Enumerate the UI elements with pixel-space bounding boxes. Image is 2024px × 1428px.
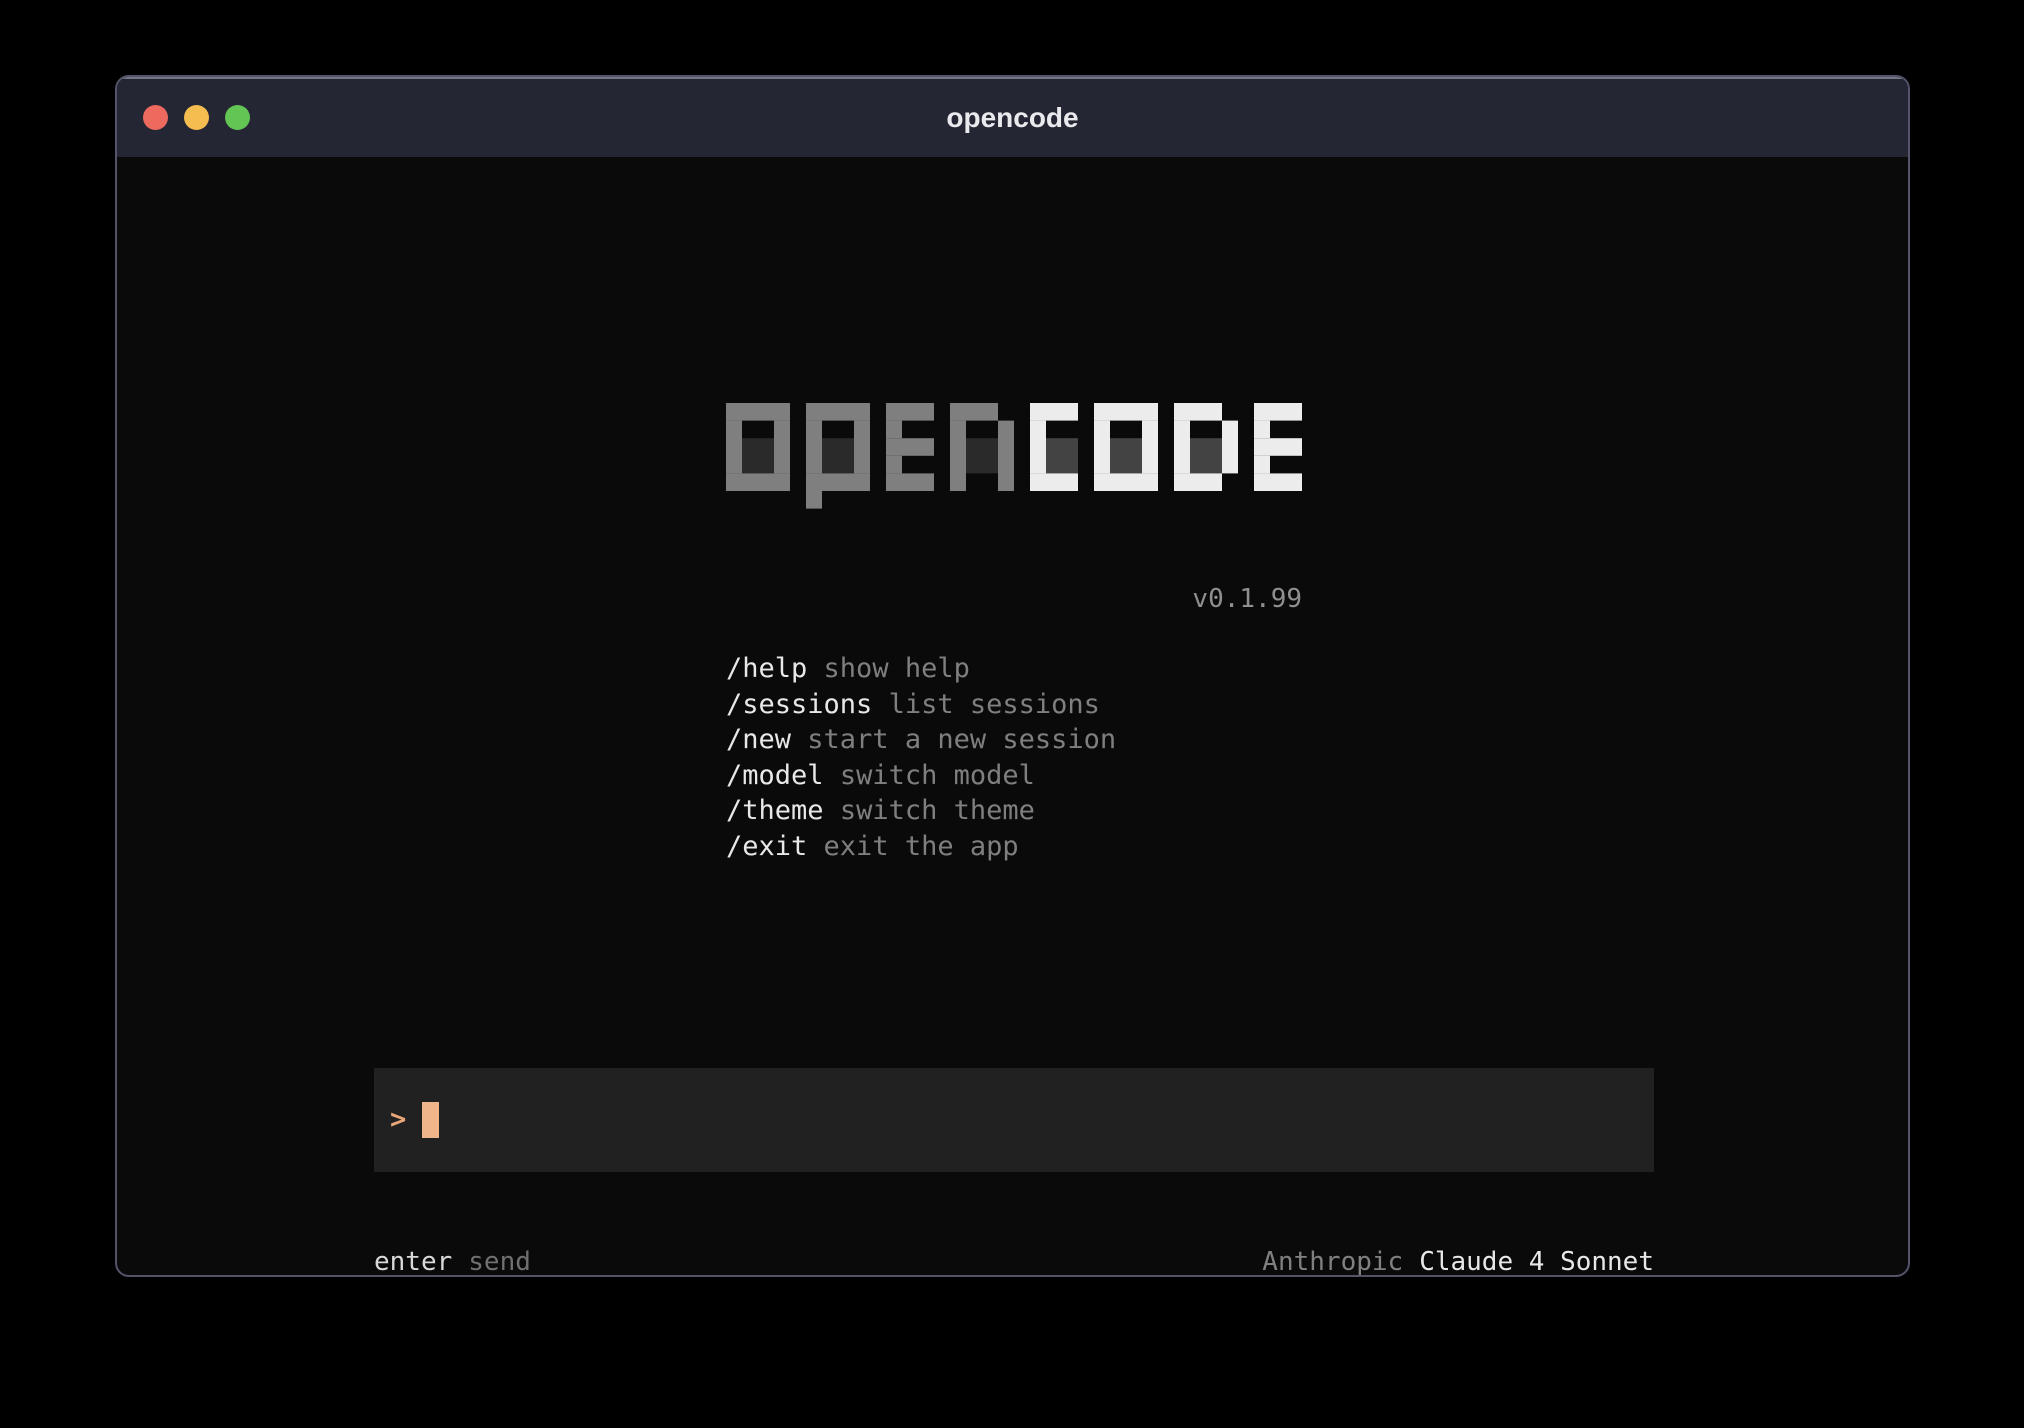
text-cursor-block bbox=[422, 1102, 439, 1138]
command-description: start a new session bbox=[807, 724, 1116, 755]
command-item: /theme switch theme bbox=[726, 793, 1116, 829]
command-name: /sessions bbox=[726, 689, 872, 720]
status-bar: enter send Anthropic Claude 4 Sonnet bbox=[374, 1245, 1654, 1277]
command-name: /exit bbox=[726, 831, 807, 862]
command-item: /new start a new session bbox=[726, 722, 1116, 758]
terminal-content: v0.1.99 /help show help/sessions list se… bbox=[117, 157, 1908, 1275]
command-item: /exit exit the app bbox=[726, 829, 1116, 865]
command-description: exit the app bbox=[824, 831, 1019, 862]
opencode-logo bbox=[726, 403, 1302, 509]
command-list: /help show help/sessions list sessions/n… bbox=[726, 651, 1116, 864]
prompt-input[interactable]: > bbox=[374, 1068, 1654, 1172]
command-description: show help bbox=[824, 653, 970, 684]
command-description: list sessions bbox=[889, 689, 1100, 720]
command-item: /model switch model bbox=[726, 758, 1116, 794]
command-name: /help bbox=[726, 653, 807, 684]
version-label: v0.1.99 bbox=[726, 581, 1302, 617]
key-hint: enter send bbox=[374, 1245, 531, 1277]
key-hint-action: send bbox=[468, 1247, 531, 1277]
model-name: Claude 4 Sonnet bbox=[1419, 1247, 1654, 1277]
command-name: /model bbox=[726, 760, 824, 791]
command-name: /new bbox=[726, 724, 791, 755]
opencode-logo-pixels bbox=[726, 403, 1302, 509]
command-description: switch model bbox=[840, 760, 1035, 791]
command-item: /help show help bbox=[726, 651, 1116, 687]
window-title: opencode bbox=[117, 79, 1908, 157]
model-indicator: Anthropic Claude 4 Sonnet bbox=[1262, 1245, 1654, 1277]
desktop: opencode v0.1.99 /help show help/session… bbox=[0, 0, 2024, 1428]
model-provider: Anthropic bbox=[1262, 1247, 1403, 1277]
key-hint-key: enter bbox=[374, 1247, 452, 1277]
command-name: /theme bbox=[726, 795, 824, 826]
command-description: switch theme bbox=[840, 795, 1035, 826]
command-item: /sessions list sessions bbox=[726, 687, 1116, 723]
titlebar[interactable]: opencode bbox=[117, 77, 1908, 157]
app-window: opencode v0.1.99 /help show help/session… bbox=[115, 75, 1910, 1277]
prompt-symbol: > bbox=[390, 1068, 406, 1172]
